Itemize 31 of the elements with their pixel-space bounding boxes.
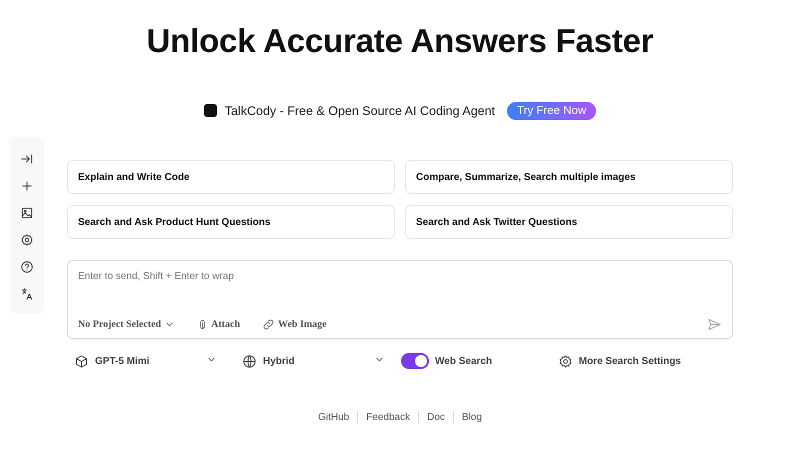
- settings-icon: [20, 233, 34, 247]
- globe-icon: [242, 354, 257, 368]
- page-title: Unlock Accurate Answers Faster: [146, 22, 654, 61]
- translate-icon: [20, 287, 34, 301]
- footer-link[interactable]: Doc: [427, 412, 445, 422]
- more-settings-button[interactable]: More Search Settings: [558, 354, 681, 368]
- suggestion-card[interactable]: Explain and Write Code: [67, 160, 395, 194]
- send-icon: [707, 317, 722, 332]
- project-dropdown[interactable]: No Project Selected: [78, 319, 176, 330]
- footer-link[interactable]: Feedback: [366, 412, 410, 422]
- suggestion-card[interactable]: Search and Ask Twitter Questions: [405, 205, 733, 239]
- footer-link[interactable]: GitHub: [318, 412, 350, 422]
- model-dropdown[interactable]: GPT-5 Mimi: [67, 354, 217, 368]
- web-search-label: Web Search: [435, 356, 492, 366]
- web-image-button[interactable]: Web Image: [262, 318, 327, 331]
- mode-dropdown[interactable]: Hybrid: [235, 354, 385, 368]
- image-icon: [20, 206, 34, 220]
- link-icon: [262, 318, 276, 331]
- logo-icon: [204, 104, 217, 117]
- suggestion-card[interactable]: Search and Ask Product Hunt Questions: [67, 205, 395, 239]
- attach-button[interactable]: Attach: [197, 319, 240, 330]
- suggestion-card[interactable]: Compare, Summarize, Search multiple images: [405, 160, 733, 194]
- help-icon: [20, 260, 34, 274]
- collapse-icon: [20, 152, 34, 166]
- footer-link[interactable]: Blog: [462, 412, 482, 422]
- try-free-button[interactable]: Try Free Now: [507, 102, 596, 120]
- cube-icon: [74, 354, 89, 368]
- tagline: TalkCody - Free & Open Source AI Coding Agent: [224, 104, 496, 118]
- gear-icon: [558, 354, 573, 368]
- web-search-toggle[interactable]: [401, 353, 429, 369]
- plus-icon: [20, 179, 34, 193]
